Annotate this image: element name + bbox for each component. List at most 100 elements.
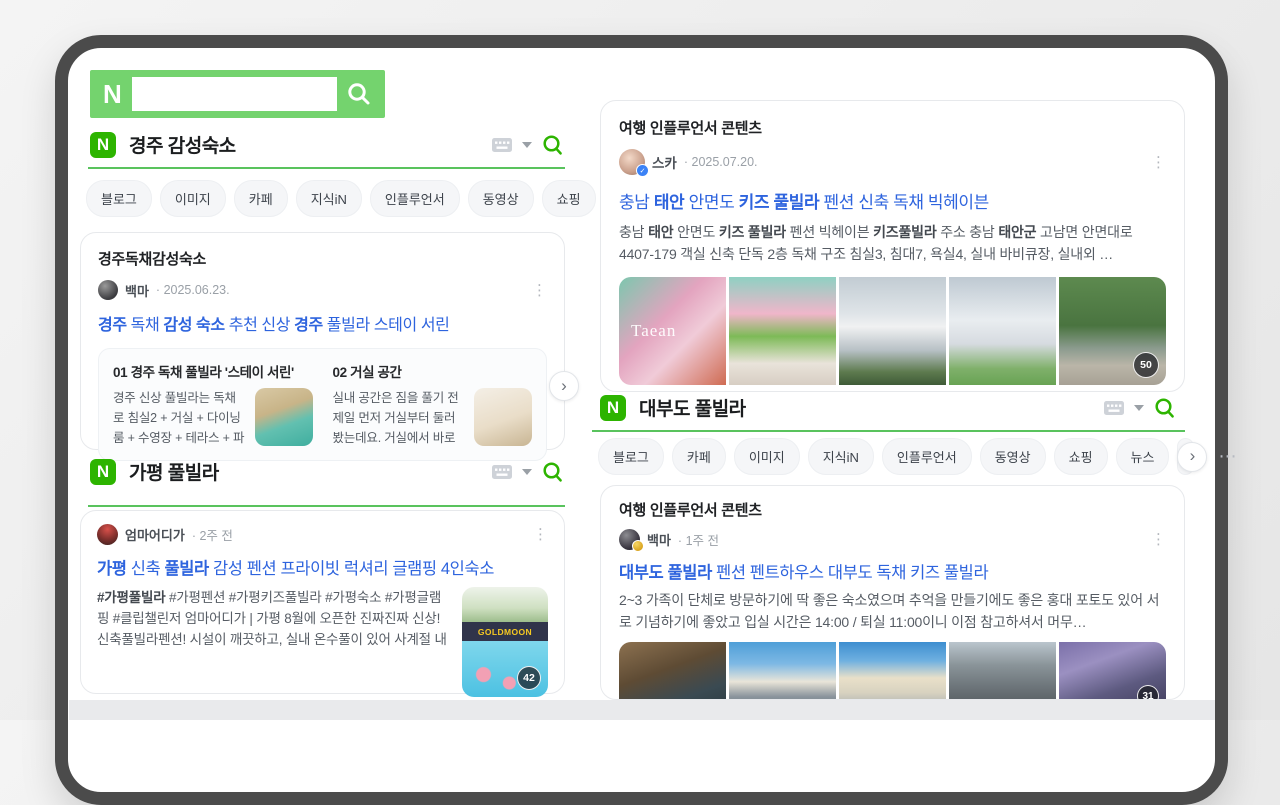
- search-tab[interactable]: 카페: [233, 180, 288, 217]
- author-name[interactable]: 스카: [652, 152, 677, 172]
- author-row: 백마 · 1주 전 ⋮: [619, 529, 1166, 552]
- section-heading: 01 경주 독채 풀빌라 '스테이 서린': [113, 365, 294, 380]
- search-icon: [348, 83, 370, 105]
- chevron-down-icon[interactable]: [522, 141, 532, 148]
- post-image-thumbnail[interactable]: [949, 277, 1056, 385]
- avatar[interactable]: [97, 524, 118, 545]
- search-tab[interactable]: 카페: [671, 438, 726, 475]
- search-icon[interactable]: [541, 133, 565, 157]
- naver-logo[interactable]: N: [90, 131, 116, 158]
- search-tab[interactable]: 이미지: [159, 180, 226, 217]
- post-image-thumbnail[interactable]: [619, 642, 726, 699]
- search-header-gyeongju: N 경주 감성숙소: [90, 131, 565, 158]
- post-image-thumbnail[interactable]: [729, 277, 836, 385]
- section-heading: 02 거실 공간: [332, 365, 402, 380]
- search-tab[interactable]: 쇼핑: [541, 180, 596, 217]
- influencer-card-taean: 여행 인플루언서 콘텐츠 ✓ 스카 · 2025.07.20. ⋮ 충남 태안 …: [600, 100, 1185, 392]
- tab-list: 블로그이미지카페지식iN인플루언서동영상쇼핑뉴스지: [86, 180, 683, 217]
- chevron-down-icon[interactable]: [522, 468, 532, 475]
- post-title-link[interactable]: 경주 독채 감성 숙소 추천 신상 경주 풀빌라 스테이 서린: [98, 311, 547, 335]
- more-options-icon[interactable]: ⋮: [533, 527, 548, 542]
- author-name[interactable]: 백마: [125, 281, 149, 300]
- avatar[interactable]: [98, 280, 118, 300]
- naver-logo[interactable]: N: [90, 458, 116, 485]
- more-options-icon[interactable]: ⋮: [1151, 532, 1166, 547]
- screenshot-stage: N N 경주 감성숙소 블로그 이미지 카페 지식iN 인플루언서 동영상 쇼핑…: [0, 0, 1280, 805]
- search-tabs-daebudo: 블로그카페이미지지식iN인플루언서동영상쇼핑뉴스지 › ⋯: [598, 438, 1237, 475]
- card-next-button[interactable]: ›: [549, 371, 579, 401]
- avatar[interactable]: ✓: [619, 149, 649, 177]
- post-image-strip: 31: [619, 642, 1166, 699]
- post-image-thumbnail[interactable]: 50: [1059, 277, 1166, 385]
- keyboard-icon[interactable]: [491, 137, 513, 153]
- chevron-right-icon: ›: [1189, 446, 1196, 465]
- search-icon[interactable]: [1153, 396, 1177, 420]
- image-overlay-text: Taean: [631, 321, 677, 340]
- post-image-strip: Taean 50: [619, 277, 1166, 385]
- chevron-right-icon: ›: [561, 375, 567, 395]
- tabs-more-button[interactable]: ⋯: [1218, 446, 1237, 467]
- search-tab[interactable]: 인플루언서: [881, 438, 972, 475]
- search-tab[interactable]: 동영상: [979, 438, 1046, 475]
- avatar[interactable]: [619, 529, 644, 552]
- search-header-gapyeong: N 가평 풀빌라: [90, 458, 565, 485]
- chevron-down-icon[interactable]: [1134, 404, 1144, 411]
- search-query-text[interactable]: 대부도 풀빌라: [639, 394, 746, 421]
- search-tab[interactable]: 블로그: [598, 438, 664, 475]
- page-bottom-gutter: [69, 700, 1215, 720]
- blog-post-card-gyeongju: 경주독채감성숙소 백마 · 2025.06.23. ⋮ 경주 독채 감성 숙소 …: [80, 232, 579, 461]
- post-date: · 1주 전: [677, 534, 720, 548]
- keyboard-icon[interactable]: [491, 464, 513, 480]
- post-title-link[interactable]: 대부도 풀빌라 펜션 펜트하우스 대부도 독채 키즈 풀빌라: [619, 559, 1166, 583]
- more-options-icon[interactable]: ⋮: [532, 283, 547, 298]
- blog-post-card-gapyeong: 엄마어디가 · 2주 전 ⋮ 가평 신축 풀빌라 감성 펜션 프라이빗 럭셔리 …: [80, 510, 565, 697]
- section-body: 실내 공간은 짐을 풀기 전 제일 먼저 거실부터 둘러봤는데요. 거실에서 바…: [332, 391, 459, 445]
- influencer-badge-icon: [632, 540, 644, 552]
- search-header-underline: [592, 430, 1185, 432]
- search-tab[interactable]: 쇼핑: [1053, 438, 1108, 475]
- search-query-text[interactable]: 경주 감성숙소: [129, 131, 236, 158]
- influencer-card-daebudo: 여행 인플루언서 콘텐츠 백마 · 1주 전 ⋮ 대부도 풀빌라 펜션 펜트하우…: [600, 485, 1185, 700]
- naver-main-search-bar[interactable]: N: [90, 70, 385, 118]
- main-search-input[interactable]: [131, 77, 337, 111]
- search-tab[interactable]: 동영상: [467, 180, 534, 217]
- thumbnail-top: [462, 587, 548, 623]
- search-header-underline: [88, 505, 565, 507]
- image-count-badge: 42: [517, 666, 541, 690]
- keyboard-icon[interactable]: [1103, 400, 1125, 416]
- post-section-item[interactable]: 01 경주 독채 풀빌라 '스테이 서린' 경주 신상 풀빌라는 독채로 침실2…: [113, 361, 313, 448]
- post-image-thumbnail[interactable]: [839, 642, 946, 699]
- section-thumbnail[interactable]: [254, 388, 313, 446]
- search-query-text[interactable]: 가평 풀빌라: [129, 458, 219, 485]
- influencer-section-heading: 여행 인플루언서 콘텐츠: [619, 120, 762, 137]
- author-row: 백마 · 2025.06.23. ⋮: [98, 280, 547, 300]
- post-section-item[interactable]: 02 거실 공간 실내 공간은 짐을 풀기 전 제일 먼저 거실부터 둘러봤는데…: [332, 361, 532, 448]
- tab-list: 블로그카페이미지지식iN인플루언서동영상쇼핑뉴스지: [598, 438, 1195, 475]
- search-tab[interactable]: 인플루언서: [369, 180, 460, 217]
- search-tab[interactable]: 블로그: [86, 180, 152, 217]
- post-title-link[interactable]: 충남 태안 안면도 키즈 풀빌라 펜션 신축 독채 빅헤이븐: [619, 188, 1166, 213]
- post-image-thumbnail[interactable]: [949, 642, 1056, 699]
- search-tab[interactable]: 지식iN: [807, 438, 874, 475]
- post-image-thumbnail[interactable]: 31: [1059, 642, 1166, 699]
- verified-badge-icon: ✓: [636, 164, 649, 177]
- section-thumbnail[interactable]: [474, 388, 532, 446]
- post-image-thumbnail[interactable]: [839, 277, 946, 385]
- search-submit-button[interactable]: [344, 79, 374, 109]
- author-name[interactable]: 엄마어디가: [125, 525, 185, 544]
- post-image-thumbnail[interactable]: [729, 642, 836, 699]
- naver-logo[interactable]: N: [600, 394, 626, 421]
- search-header-daebudo: N 대부도 풀빌라: [600, 394, 1177, 421]
- post-image-thumbnail[interactable]: Taean: [619, 277, 726, 385]
- search-tab[interactable]: 지식iN: [295, 180, 362, 217]
- tabs-next-button[interactable]: ›: [1177, 441, 1208, 472]
- thumbnail-caption-band: GOLDMOON: [462, 622, 548, 641]
- post-title-link[interactable]: 가평 신축 풀빌라 감성 펜션 프라이빗 럭셔리 글램핑 4인숙소: [97, 555, 548, 579]
- search-tab[interactable]: 이미지: [733, 438, 800, 475]
- more-options-icon[interactable]: ⋮: [1151, 155, 1166, 170]
- author-name[interactable]: 백마: [647, 530, 671, 549]
- search-icon[interactable]: [541, 460, 565, 484]
- post-thumbnail[interactable]: GOLDMOON 42: [462, 587, 548, 697]
- search-tab[interactable]: 뉴스: [1115, 438, 1170, 475]
- post-body-text: 충남 태안 안면도 키즈 풀빌라 펜션 빅헤이븐 키즈풀빌라 주소 충남 태안군…: [619, 224, 1133, 262]
